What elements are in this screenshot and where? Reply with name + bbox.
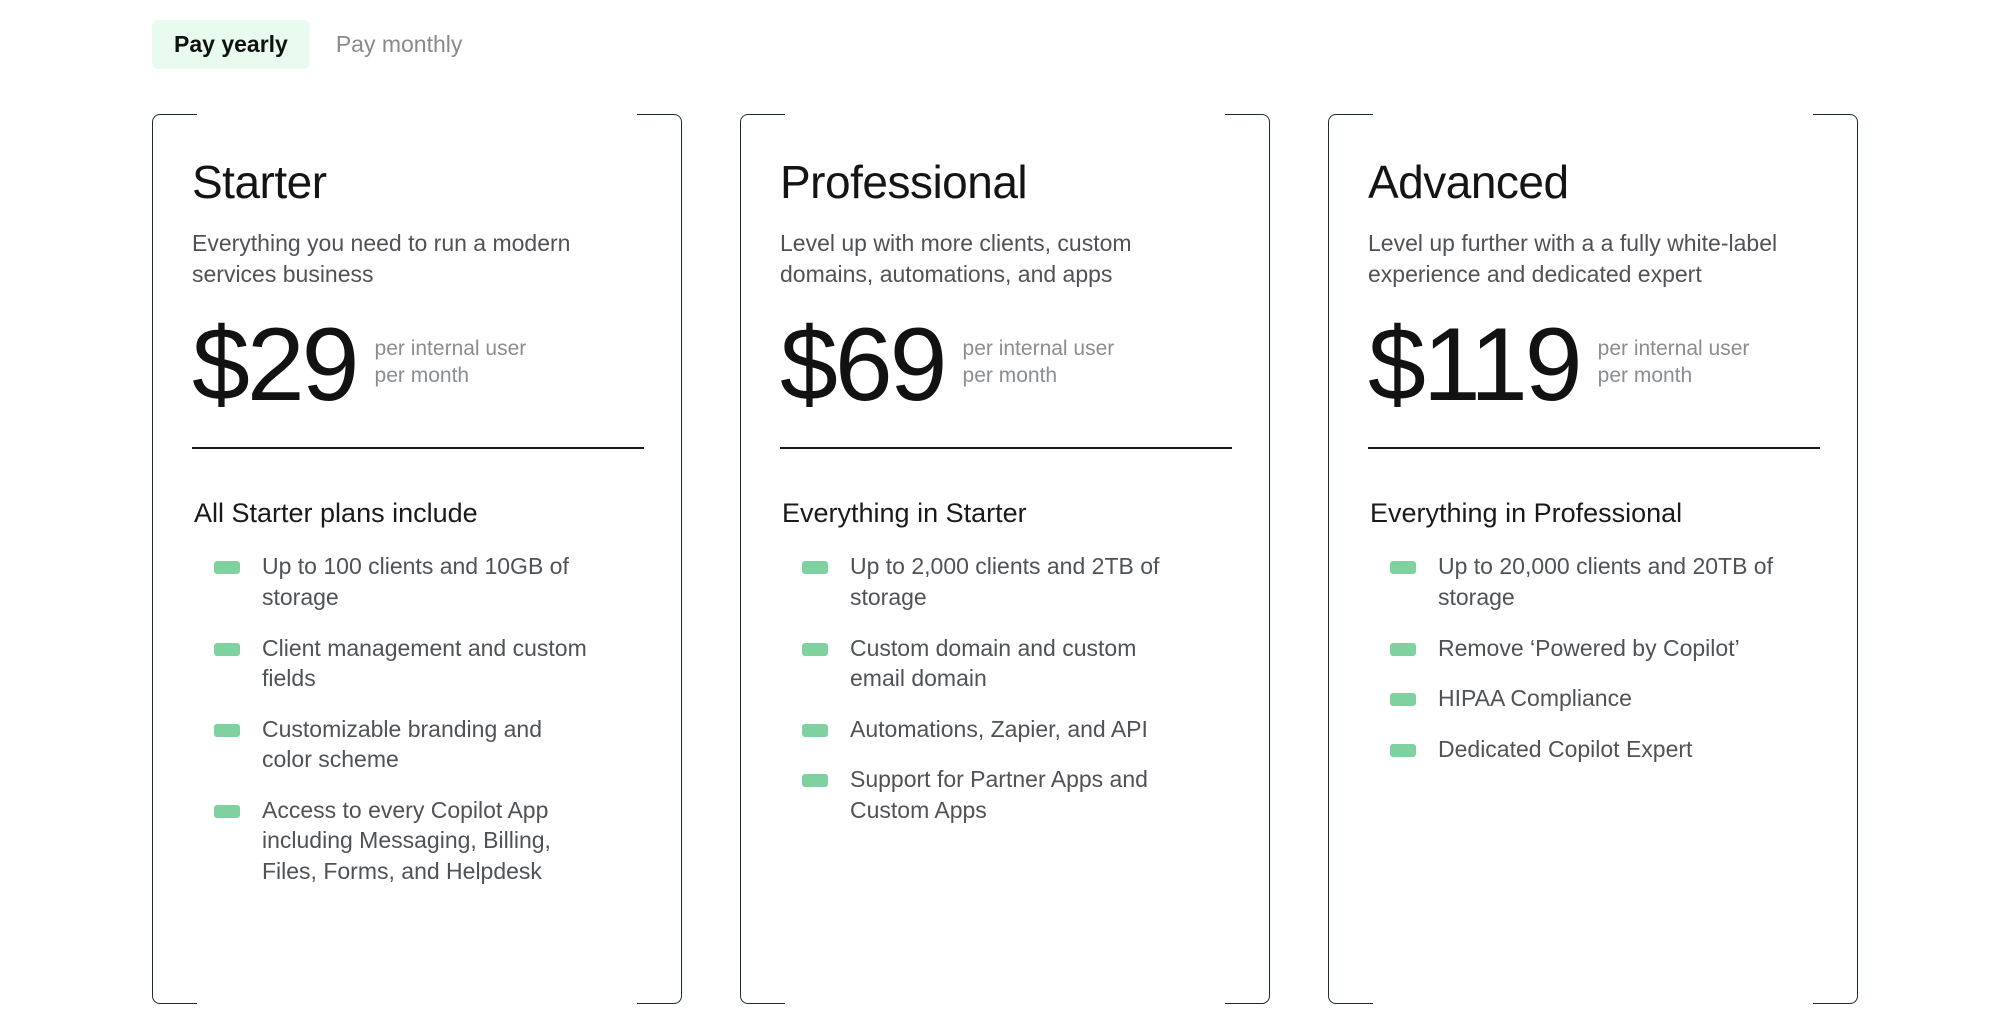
plan-price-unit: per internal user per month bbox=[1597, 337, 1750, 387]
card-corner-bottom-left bbox=[740, 959, 785, 1004]
pricing-card-advanced[interactable]: Advanced Level up further with a a fully… bbox=[1328, 114, 1858, 1004]
plan-price: $29 bbox=[192, 307, 360, 424]
feature-label: Up to 2,000 clients and 2TB of storage bbox=[850, 553, 1160, 610]
pricing-page: Pay yearly Pay monthly Starter Everythin… bbox=[0, 0, 2000, 1024]
plan-feature-list: Up to 2,000 clients and 2TB of storage C… bbox=[780, 551, 1230, 825]
plan-price-unit: per internal user per month bbox=[962, 337, 1115, 387]
feature-label: Access to every Copilot App including Me… bbox=[262, 796, 551, 885]
list-item: Up to 2,000 clients and 2TB of storage bbox=[802, 551, 1230, 612]
plan-description: Level up with more clients, custom domai… bbox=[780, 230, 1132, 287]
card-corner-top-right bbox=[1813, 114, 1858, 159]
plan-name: Professional bbox=[780, 156, 1028, 208]
plan-feature-list: Up to 100 clients and 10GB of storage Cl… bbox=[192, 551, 642, 886]
check-bullet-icon bbox=[214, 642, 240, 656]
check-bullet-icon bbox=[1390, 693, 1416, 707]
card-divider bbox=[192, 447, 644, 450]
card-corner-top-left bbox=[1328, 114, 1373, 159]
plan-price-unit: per internal user per month bbox=[374, 337, 527, 387]
tab-pay-monthly[interactable]: Pay monthly bbox=[314, 20, 485, 69]
plan-price-row: $119 per internal user per month bbox=[1368, 307, 1818, 433]
check-bullet-icon bbox=[214, 723, 240, 737]
plan-name: Starter bbox=[192, 156, 327, 208]
check-bullet-icon bbox=[1390, 642, 1416, 656]
feature-label: HIPAA Compliance bbox=[1438, 685, 1632, 712]
card-rail-left bbox=[1328, 122, 1329, 996]
card-corner-bottom-right bbox=[1813, 959, 1858, 1004]
card-corner-top-left bbox=[740, 114, 785, 159]
card-rail-right bbox=[1269, 122, 1270, 996]
list-item: Remove ‘Powered by Copilot’ bbox=[1390, 633, 1818, 664]
plan-description: Everything you need to run a modern serv… bbox=[192, 230, 571, 287]
check-bullet-icon bbox=[802, 561, 828, 575]
plan-includes-title: Everything in Professional bbox=[1370, 498, 1683, 529]
list-item: Custom domain and custom email domain bbox=[802, 633, 1230, 694]
card-divider bbox=[780, 447, 1232, 450]
list-item: Customizable branding and color scheme bbox=[214, 714, 642, 775]
feature-label: Client management and custom fields bbox=[262, 634, 587, 692]
plan-includes-title: Everything in Starter bbox=[782, 498, 1027, 529]
plan-price: $69 bbox=[780, 307, 948, 424]
card-rail-right bbox=[681, 122, 682, 996]
pricing-card-professional[interactable]: Professional Level up with more clients,… bbox=[740, 114, 1270, 1004]
check-bullet-icon bbox=[802, 642, 828, 656]
card-corner-bottom-left bbox=[152, 959, 197, 1004]
feature-label: Support for Partner Apps and Custom Apps bbox=[850, 766, 1148, 823]
billing-period-toggle[interactable]: Pay yearly Pay monthly bbox=[152, 20, 484, 69]
list-item: Automations, Zapier, and API bbox=[802, 714, 1230, 745]
card-rail-left bbox=[152, 122, 153, 996]
card-corner-top-left bbox=[152, 114, 197, 159]
feature-label: Remove ‘Powered by Copilot’ bbox=[1438, 634, 1740, 661]
plan-feature-list: Up to 20,000 clients and 20TB of storage… bbox=[1368, 551, 1818, 764]
feature-label: Dedicated Copilot Expert bbox=[1438, 735, 1693, 762]
plan-name: Advanced bbox=[1368, 156, 1569, 208]
card-corner-bottom-right bbox=[637, 959, 682, 1004]
check-bullet-icon bbox=[802, 723, 828, 737]
card-corner-top-right bbox=[637, 114, 682, 159]
check-bullet-icon bbox=[1390, 561, 1416, 575]
plan-price: $119 bbox=[1368, 307, 1583, 424]
check-bullet-icon bbox=[214, 804, 240, 818]
check-bullet-icon bbox=[802, 774, 828, 788]
list-item: Dedicated Copilot Expert bbox=[1390, 734, 1818, 765]
card-corner-bottom-right bbox=[1225, 959, 1270, 1004]
list-item: HIPAA Compliance bbox=[1390, 683, 1818, 714]
plan-price-row: $29 per internal user per month bbox=[192, 307, 642, 433]
card-rail-left bbox=[740, 122, 741, 996]
card-rail-right bbox=[1857, 122, 1858, 996]
list-item: Access to every Copilot App including Me… bbox=[214, 795, 642, 887]
plan-description: Level up further with a a fully white-la… bbox=[1368, 230, 1778, 287]
check-bullet-icon bbox=[214, 561, 240, 575]
list-item: Client management and custom fields bbox=[214, 633, 642, 694]
card-corner-top-right bbox=[1225, 114, 1270, 159]
list-item: Up to 100 clients and 10GB of storage bbox=[214, 551, 642, 612]
feature-label: Custom domain and custom email domain bbox=[850, 634, 1137, 692]
tab-pay-yearly[interactable]: Pay yearly bbox=[152, 20, 310, 69]
feature-label: Up to 20,000 clients and 20TB of storage bbox=[1438, 553, 1773, 610]
check-bullet-icon bbox=[1390, 743, 1416, 757]
list-item: Support for Partner Apps and Custom Apps bbox=[802, 764, 1230, 825]
pricing-card-starter[interactable]: Starter Everything you need to run a mod… bbox=[152, 114, 682, 1004]
pricing-cards: Starter Everything you need to run a mod… bbox=[0, 114, 2000, 1004]
feature-label: Customizable branding and color scheme bbox=[262, 715, 543, 773]
card-corner-bottom-left bbox=[1328, 959, 1373, 1004]
card-divider bbox=[1368, 447, 1820, 450]
plan-includes-title: All Starter plans include bbox=[194, 498, 478, 529]
feature-label: Automations, Zapier, and API bbox=[850, 715, 1148, 742]
feature-label: Up to 100 clients and 10GB of storage bbox=[262, 553, 569, 610]
list-item: Up to 20,000 clients and 20TB of storage bbox=[1390, 551, 1818, 612]
plan-price-row: $69 per internal user per month bbox=[780, 307, 1230, 433]
